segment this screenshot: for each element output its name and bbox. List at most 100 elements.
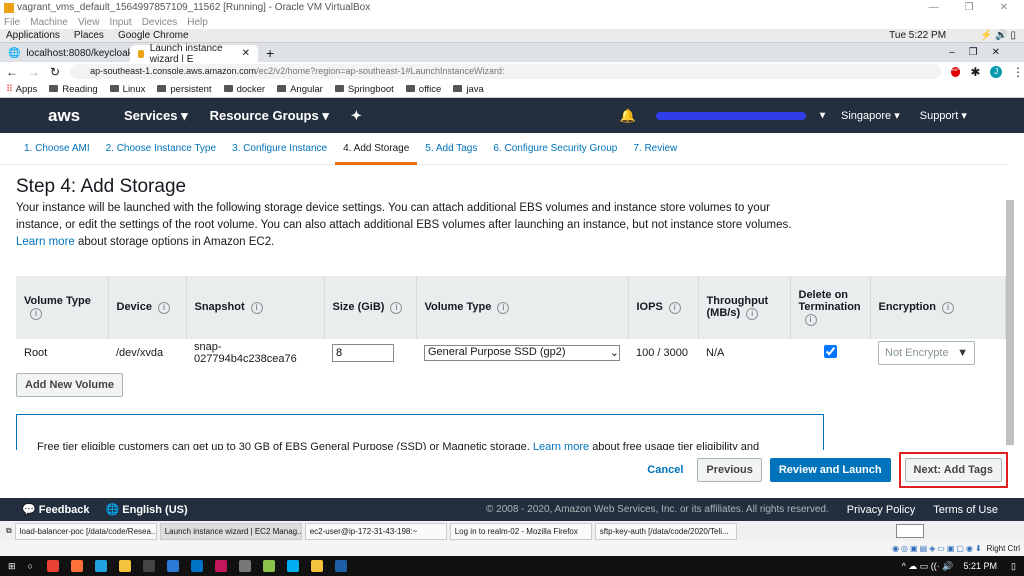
learn-more-link[interactable]: Learn more	[16, 236, 75, 248]
skype-icon[interactable]	[286, 560, 299, 572]
bookmark-office[interactable]: office	[405, 84, 441, 95]
privacy-policy-link[interactable]: Privacy Policy	[847, 504, 915, 516]
bookmark-persistent[interactable]: persistent	[157, 84, 212, 95]
bookmark-reading[interactable]: Reading	[49, 84, 98, 95]
windows-clock[interactable]: 5:21 PM	[964, 561, 998, 571]
gnome-places[interactable]: Places	[74, 30, 104, 41]
step-add-storage[interactable]: 4. Add Storage	[335, 133, 418, 165]
gnome-app-chrome[interactable]: Google Chrome	[118, 30, 189, 41]
free-tier-learn-more-link[interactable]: Learn more	[533, 441, 589, 450]
info-icon[interactable]: i	[497, 302, 510, 314]
resource-groups-menu[interactable]: Resource Groups ▾	[210, 108, 329, 124]
new-tab-button[interactable]: +	[266, 45, 274, 61]
windows-start-icon[interactable]: ⊞	[8, 561, 16, 572]
menu-view[interactable]: View	[78, 17, 100, 28]
step-choose-ami[interactable]: 1. Choose AMI	[16, 133, 98, 165]
notepad-icon[interactable]	[262, 560, 275, 572]
chrome-icon[interactable]	[46, 560, 59, 572]
tab-keycloak[interactable]: 🌐localhost:8080/keycloak/r✕	[0, 45, 153, 62]
terminal-icon[interactable]	[142, 560, 155, 572]
notifications-bell-icon[interactable]: 🔔	[620, 108, 636, 124]
chrome-window-controls[interactable]: –❐✕	[949, 47, 1024, 58]
terms-of-use-link[interactable]: Terms of Use	[933, 504, 998, 516]
extensions-icon[interactable]: ✱	[970, 65, 980, 79]
minimize-icon[interactable]: —	[929, 2, 939, 13]
previous-button[interactable]: Previous	[697, 458, 762, 482]
review-and-launch-button[interactable]: Review and Launch	[769, 458, 891, 482]
bookmark-apps[interactable]: ⠿ Apps	[6, 84, 37, 95]
close-icon[interactable]: ✕	[1000, 2, 1008, 13]
bookmark-linux[interactable]: Linux	[109, 84, 145, 95]
profile-avatar[interactable]: J	[990, 65, 1002, 78]
outlook-icon[interactable]	[190, 560, 203, 572]
maximize-icon[interactable]: ❐	[965, 2, 974, 13]
gnome-clock[interactable]: Tue 5:22 PM	[889, 30, 946, 41]
bookmark-java[interactable]: java	[453, 84, 484, 95]
language-selector[interactable]: 🌐 English (US)	[106, 503, 188, 516]
menu-machine[interactable]: Machine	[30, 17, 68, 28]
info-icon[interactable]: i	[668, 302, 681, 314]
gnome-applications[interactable]: Applications	[6, 30, 60, 41]
info-icon[interactable]: i	[804, 314, 817, 326]
account-chevron-icon[interactable]: ▾	[820, 110, 825, 121]
volume-type-select[interactable]: General Purpose SSD (gp2) ⌄	[424, 345, 620, 361]
network-volume-power-icons[interactable]: ⚡ 🔊 ▯	[960, 30, 1024, 41]
chrome-menu-icon[interactable]: ⋮	[1012, 65, 1024, 79]
step-configure-instance[interactable]: 3. Configure Instance	[224, 133, 335, 165]
show-desktop-icon[interactable]: ⧉	[6, 526, 12, 536]
menu-devices[interactable]: Devices	[142, 17, 178, 28]
delete-on-termination-checkbox[interactable]	[823, 345, 837, 358]
add-new-volume-button[interactable]: Add New Volume	[16, 373, 124, 397]
vm-device-status-icons[interactable]: ◉◎▣▤◈▭▣▢◉⬇	[892, 544, 984, 553]
task-intellij-sftp[interactable]: sftp-key-auth [/data/code/2020/Teli...	[594, 522, 737, 540]
close-tab-icon[interactable]: ✕	[242, 48, 250, 59]
back-icon[interactable]: ←	[6, 65, 18, 79]
bookmark-angular[interactable]: Angular	[277, 84, 323, 95]
folder-icon[interactable]	[310, 560, 323, 572]
feedback-button[interactable]: 💬 Feedback	[22, 503, 90, 516]
forward-icon[interactable]: →	[28, 65, 40, 79]
intellij-icon[interactable]	[214, 560, 227, 572]
system-tray-icons[interactable]: ^ ☁ ▭ ((· 🔊	[902, 561, 954, 572]
info-icon[interactable]: i	[30, 308, 42, 320]
reload-icon[interactable]: ↻	[50, 65, 60, 79]
bookmark-docker[interactable]: docker	[223, 84, 265, 95]
step-choose-instance-type[interactable]: 2. Choose Instance Type	[98, 133, 224, 165]
pin-icon[interactable]: ✦	[351, 108, 362, 124]
edge-icon[interactable]	[94, 560, 107, 572]
url-bar[interactable]: ap-southeast-1.console.aws.amazon.com/ec…	[70, 64, 941, 79]
bookmark-springboot[interactable]: Springboot	[334, 84, 394, 95]
file-explorer-icon[interactable]	[118, 560, 131, 572]
firefox-icon[interactable]	[70, 560, 83, 572]
app-icon[interactable]	[238, 560, 251, 572]
services-menu[interactable]: Services ▾	[124, 108, 188, 124]
info-icon[interactable]: i	[941, 302, 954, 314]
menu-help[interactable]: Help	[187, 17, 208, 28]
info-icon[interactable]: i	[157, 302, 170, 314]
task-intellij-load-balancer[interactable]: load-balancer-poc [/data/code/Resea...	[14, 522, 157, 540]
aws-logo[interactable]: aws	[48, 106, 88, 126]
menu-input[interactable]: Input	[109, 17, 131, 28]
notifications-icon[interactable]: ▯	[1011, 561, 1016, 572]
step-add-tags[interactable]: 5. Add Tags	[417, 133, 485, 165]
size-input[interactable]	[332, 344, 394, 362]
adblock-icon[interactable]: ABP	[950, 66, 961, 77]
workspace-switcher[interactable]	[896, 524, 924, 538]
region-menu[interactable]: Singapore ▾	[841, 109, 900, 122]
menu-file[interactable]: File	[4, 17, 20, 28]
encryption-select[interactable]: Not Encrypte ▼	[878, 341, 975, 365]
task-firefox[interactable]: Log in to realm-02 - Mozilla Firefox	[449, 522, 592, 540]
support-menu[interactable]: Support ▾	[920, 109, 967, 122]
info-icon[interactable]: i	[746, 308, 759, 320]
info-icon[interactable]: i	[250, 302, 263, 314]
next-add-tags-button[interactable]: Next: Add Tags	[904, 458, 1002, 482]
tab-launch-wizard[interactable]: Launch instance wizard | E ✕	[130, 43, 258, 65]
task-chrome-launch-wizard[interactable]: Launch instance wizard | EC2 Manag...	[159, 522, 302, 540]
step-configure-security-group[interactable]: 6. Configure Security Group	[485, 133, 625, 165]
step-review[interactable]: 7. Review	[625, 133, 685, 165]
search-icon[interactable]: ○	[28, 561, 33, 571]
account-menu-redacted[interactable]	[655, 111, 806, 120]
vscode-icon[interactable]	[166, 560, 179, 572]
info-icon[interactable]: i	[390, 302, 403, 314]
content-scrollbar[interactable]	[1006, 200, 1014, 445]
